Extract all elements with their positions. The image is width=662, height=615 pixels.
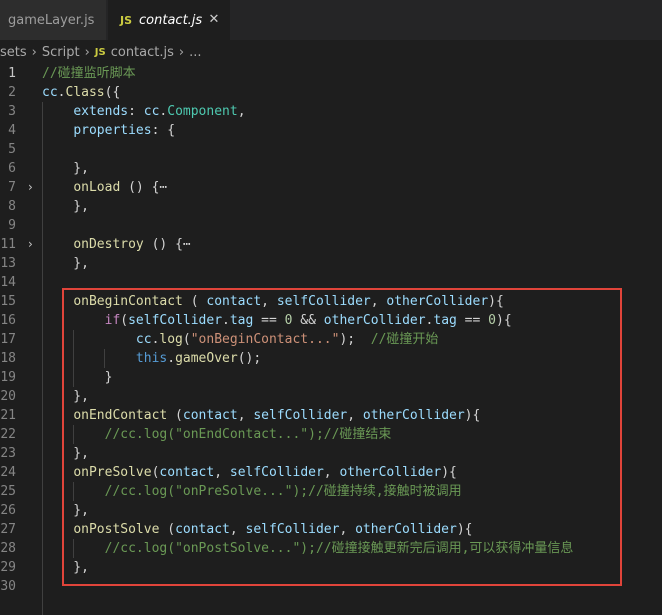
line-number: 26 (0, 503, 16, 518)
code-line[interactable]: 2 cc.Class({ (0, 83, 662, 102)
code-line[interactable]: 7 › onLoad () {⋯ (0, 178, 662, 197)
code-token: , (237, 104, 246, 119)
code-token: : { (151, 123, 176, 138)
code-token: }, (42, 256, 89, 271)
code-text: properties: { (42, 121, 175, 140)
code-token: }, (42, 161, 89, 176)
line-number: 2 (8, 85, 16, 100)
line-number: 25 (0, 484, 16, 499)
code-line[interactable]: 11 › onDestroy () {⋯ (0, 235, 662, 254)
close-icon[interactable]: ✕ (206, 12, 222, 28)
code-text: //碰撞监听脚本 (42, 64, 136, 83)
tab-label: gameLayer.js (8, 12, 95, 28)
line-number: 20 (0, 389, 16, 404)
tab-contact-js[interactable]: JS contact.js ✕ (108, 0, 230, 40)
code-token: cc (42, 85, 58, 100)
line-number: 23 (0, 446, 16, 461)
code-token: : (128, 104, 144, 119)
breadcrumb-item-file[interactable]: contact.js (111, 45, 174, 60)
code-token: Class (65, 85, 105, 100)
code-text: }, (42, 197, 89, 216)
breadcrumb-item-assets[interactable]: sets (0, 45, 27, 60)
code-line[interactable]: 5 (0, 140, 662, 159)
chevron-right-icon: › (178, 44, 185, 60)
line-number: 17 (0, 332, 16, 347)
line-number: 7 (8, 180, 16, 195)
breadcrumb-item-symbol[interactable]: ... (189, 45, 201, 60)
line-number: 16 (0, 313, 16, 328)
line-number: 8 (8, 199, 16, 214)
code-token: properties (73, 123, 152, 138)
code-token: //碰撞监听脚本 (42, 66, 136, 81)
code-text: }, (42, 254, 89, 273)
line-number: 15 (0, 294, 16, 309)
line-number: 1 (8, 66, 16, 81)
tab-gamelayer-js[interactable]: gameLayer.js (0, 0, 107, 40)
js-file-icon: JS (94, 46, 106, 58)
chevron-right-icon[interactable]: › (28, 235, 38, 254)
js-file-icon: JS (120, 13, 133, 27)
code-token: extends (73, 104, 129, 119)
breadcrumb-item-script[interactable]: Script (42, 45, 80, 60)
line-number: 21 (0, 408, 16, 423)
line-number: 19 (0, 370, 16, 385)
tab-bar: gameLayer.js JS contact.js ✕ (0, 0, 662, 40)
code-line[interactable]: 3 extends: cc.Component, (0, 102, 662, 121)
code-line[interactable]: 6 }, (0, 159, 662, 178)
code-line[interactable]: 13 }, (0, 254, 662, 273)
line-number: 14 (0, 275, 16, 290)
code-text: extends: cc.Component, (42, 102, 246, 121)
code-token: () {⋯ (120, 180, 168, 195)
highlight-box (62, 288, 622, 586)
code-text: }, (42, 159, 89, 178)
breadcrumb: sets › Script › JS contact.js › ... (0, 40, 662, 64)
line-number: 29 (0, 560, 16, 575)
line-number: 11 (0, 237, 16, 252)
line-number: 6 (8, 161, 16, 176)
code-text: onLoad () {⋯ (42, 178, 167, 197)
code-token: }, (42, 199, 89, 214)
code-line[interactable]: 1 //碰撞监听脚本 (0, 64, 662, 83)
chevron-right-icon: › (84, 44, 90, 60)
line-number: 9 (8, 218, 16, 233)
code-token: onDestroy (73, 237, 144, 252)
code-token: () {⋯ (143, 237, 191, 252)
line-number: 18 (0, 351, 16, 366)
chevron-right-icon: › (31, 44, 37, 60)
line-number: 24 (0, 465, 16, 480)
code-line[interactable]: 8 }, (0, 197, 662, 216)
code-text: cc.Class({ (42, 83, 120, 102)
tab-label: contact.js (139, 12, 203, 28)
line-number: 30 (0, 579, 16, 594)
line-number: 3 (8, 104, 16, 119)
line-number: 22 (0, 427, 16, 442)
code-token: onLoad (73, 180, 121, 195)
line-number: 4 (8, 123, 16, 138)
line-number: 13 (0, 256, 16, 271)
code-line[interactable]: 4 properties: { (0, 121, 662, 140)
line-number: 28 (0, 541, 16, 556)
line-number: 27 (0, 522, 16, 537)
chevron-right-icon[interactable]: › (28, 178, 38, 197)
code-token: cc (143, 104, 160, 119)
code-text: onDestroy () {⋯ (42, 235, 191, 254)
line-number: 5 (8, 142, 16, 157)
code-token: Component (167, 104, 238, 119)
code-token: ({ (104, 85, 121, 100)
code-line[interactable]: 9 (0, 216, 662, 235)
